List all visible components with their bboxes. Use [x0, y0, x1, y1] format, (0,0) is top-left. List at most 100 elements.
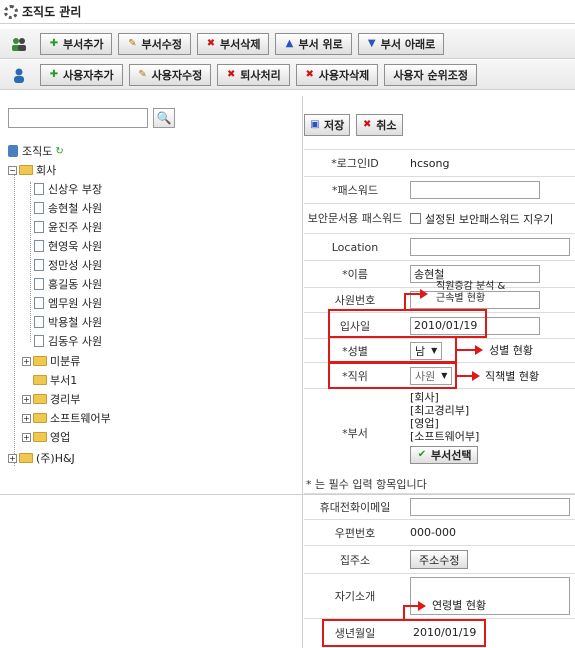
arrow-down-icon: ▼ [367, 37, 376, 49]
delete-dept-label: 부서삭제 [219, 37, 261, 51]
callout-line [403, 605, 405, 620]
expand-icon[interactable]: + [22, 413, 31, 423]
tree-node-software[interactable]: + 소프트웨어부 [22, 409, 111, 427]
callout-line [404, 293, 406, 310]
tree-person-label: 윤진주 사원 [48, 221, 103, 234]
tree-person[interactable]: 윤진주 사원 [34, 218, 102, 236]
callout-line [403, 605, 419, 607]
collapse-icon[interactable]: − [8, 165, 17, 175]
add-user-label: 사용자추가 [63, 68, 114, 82]
mobile-email-field[interactable] [410, 497, 570, 516]
tree-node-unclassified[interactable]: + 미분류 [22, 352, 80, 370]
tree-root[interactable]: 조직도 ↻ [8, 142, 64, 160]
delete-icon: ✖ [363, 119, 372, 130]
delete-icon: ✖ [227, 68, 236, 80]
retire-button[interactable]: ✖ 퇴사처리 [217, 63, 290, 86]
login-id-value: hcsong [410, 156, 450, 170]
add-user-button[interactable]: ✚ 사용자추가 [40, 63, 123, 86]
expand-icon[interactable]: + [22, 356, 31, 366]
address-edit-button[interactable]: 주소수정 [410, 550, 469, 569]
delete-user-label: 사용자삭제 [318, 68, 370, 82]
name-label: *이름 [342, 268, 368, 281]
tree-node-sales[interactable]: + 영업 [22, 428, 70, 446]
folder-icon [33, 375, 47, 385]
row-login-id: *로그인ID hcsong [304, 149, 575, 176]
password-field[interactable] [410, 181, 540, 199]
document-icon [34, 297, 44, 309]
folder-icon [33, 394, 47, 404]
tree-person[interactable]: 송현철 사원 [34, 199, 102, 217]
document-icon [34, 183, 44, 195]
dept-value: [최고경리부] [410, 404, 470, 417]
cancel-button[interactable]: ✖ 취소 [356, 114, 403, 136]
folder-icon [19, 165, 33, 175]
tree-person[interactable]: 김동우 사원 [34, 332, 102, 350]
tree-other-company-label: (주)H&J [36, 452, 75, 465]
edit-user-button[interactable]: ✎ 사용자수정 [128, 63, 212, 86]
save-button[interactable]: ▣ 저장 [304, 114, 351, 136]
search-icon: 🔍 [156, 111, 172, 125]
tree-node-dept1[interactable]: 부서1 [33, 371, 77, 389]
tree-person[interactable]: 정만성 사원 [34, 256, 102, 274]
delete-dept-button[interactable]: ✖ 부서삭제 [196, 32, 270, 55]
location-field[interactable] [410, 238, 570, 256]
row-dept: *부서 [회사] [최고경리부] [영업] [소프트웨어부] ✔ 부서선택 [304, 388, 575, 474]
tree-person[interactable]: 엠무원 사원 [34, 294, 102, 312]
pencil-icon: ✎ [128, 37, 137, 49]
annotation-label: 근속별 현황 [436, 293, 486, 304]
tree-dept1-label: 부서1 [50, 374, 78, 387]
tree-accounting-label: 경리부 [50, 393, 81, 406]
tree-person[interactable]: 신상우 부장 [34, 180, 102, 198]
add-dept-label: 부서추가 [63, 37, 104, 51]
highlight-birth [322, 619, 486, 647]
expand-icon[interactable]: + [8, 453, 17, 463]
password-label: *패스워드 [332, 184, 378, 197]
tree-person[interactable]: 홍길동 사원 [34, 275, 102, 293]
tree-node-accounting[interactable]: + 경리부 [22, 390, 80, 408]
arrow-right-icon [472, 371, 480, 381]
dept-label: *부서 [342, 427, 368, 440]
tree-person[interactable]: 박용철 사원 [34, 313, 102, 331]
document-icon [34, 278, 44, 290]
expand-icon[interactable]: + [22, 394, 31, 404]
reorder-user-button[interactable]: 사용자 순위조정 [384, 63, 477, 86]
dept-down-label: 부서 아래로 [380, 37, 436, 51]
clear-secure-pw-checkbox[interactable] [410, 213, 421, 224]
row-zip: 우편번호 000-000 [304, 519, 575, 545]
tree-node-company[interactable]: − 회사 [8, 161, 56, 179]
expand-icon[interactable]: + [22, 432, 31, 442]
row-secure-pw: 보안문서용 패스워드 설정된 보안패스워드 지우기 [304, 203, 575, 233]
reorder-user-label: 사용자 순위조정 [393, 68, 468, 82]
search-input[interactable] [8, 108, 148, 128]
edit-user-label: 사용자수정 [151, 68, 203, 82]
tree-company-label: 회사 [36, 164, 57, 177]
search-button[interactable]: 🔍 [153, 108, 175, 128]
delete-user-button[interactable]: ✖ 사용자삭제 [295, 63, 379, 86]
document-icon [34, 221, 44, 233]
tree-node-other-company[interactable]: + (주)H&J [8, 449, 75, 467]
dept-value: [영업] [410, 417, 439, 430]
floppy-icon: ▣ [310, 119, 320, 130]
arrow-up-icon: ▲ [285, 37, 294, 49]
folder-icon [19, 453, 33, 463]
highlight-position [328, 362, 457, 389]
dept-select-button[interactable]: ✔ 부서선택 [410, 446, 479, 464]
folder-icon [33, 413, 47, 423]
refresh-icon[interactable]: ↻ [55, 146, 63, 157]
tree-software-label: 소프트웨어부 [50, 412, 111, 425]
dept-toolbar: ✚ 부서추가 ✎ 부서수정 ✖ 부서삭제 ▲ 부서 위로 ▼ 부서 아래로 [0, 29, 575, 59]
dept-up-button[interactable]: ▲ 부서 위로 [275, 32, 352, 55]
tree-person[interactable]: 현영욱 사원 [34, 237, 102, 255]
edit-dept-button[interactable]: ✎ 부서수정 [118, 32, 191, 55]
row-location: Location [304, 233, 575, 260]
tree-person-label: 신상우 부장 [48, 183, 103, 196]
required-note: * 는 필수 입력 항목입니다 [306, 478, 427, 491]
add-dept-button[interactable]: ✚ 부서추가 [40, 32, 113, 55]
zip-value: 000-000 [410, 526, 456, 539]
dept-down-button[interactable]: ▼ 부서 아래로 [357, 32, 445, 55]
title-bar: 조직도 관리 [0, 0, 575, 24]
tree-person-label: 송현철 사원 [48, 202, 103, 215]
dept-value: [회사] [410, 391, 439, 404]
tree-unclassified-label: 미분류 [50, 355, 81, 368]
row-mobile-email: 휴대전화이메일 [304, 493, 575, 519]
